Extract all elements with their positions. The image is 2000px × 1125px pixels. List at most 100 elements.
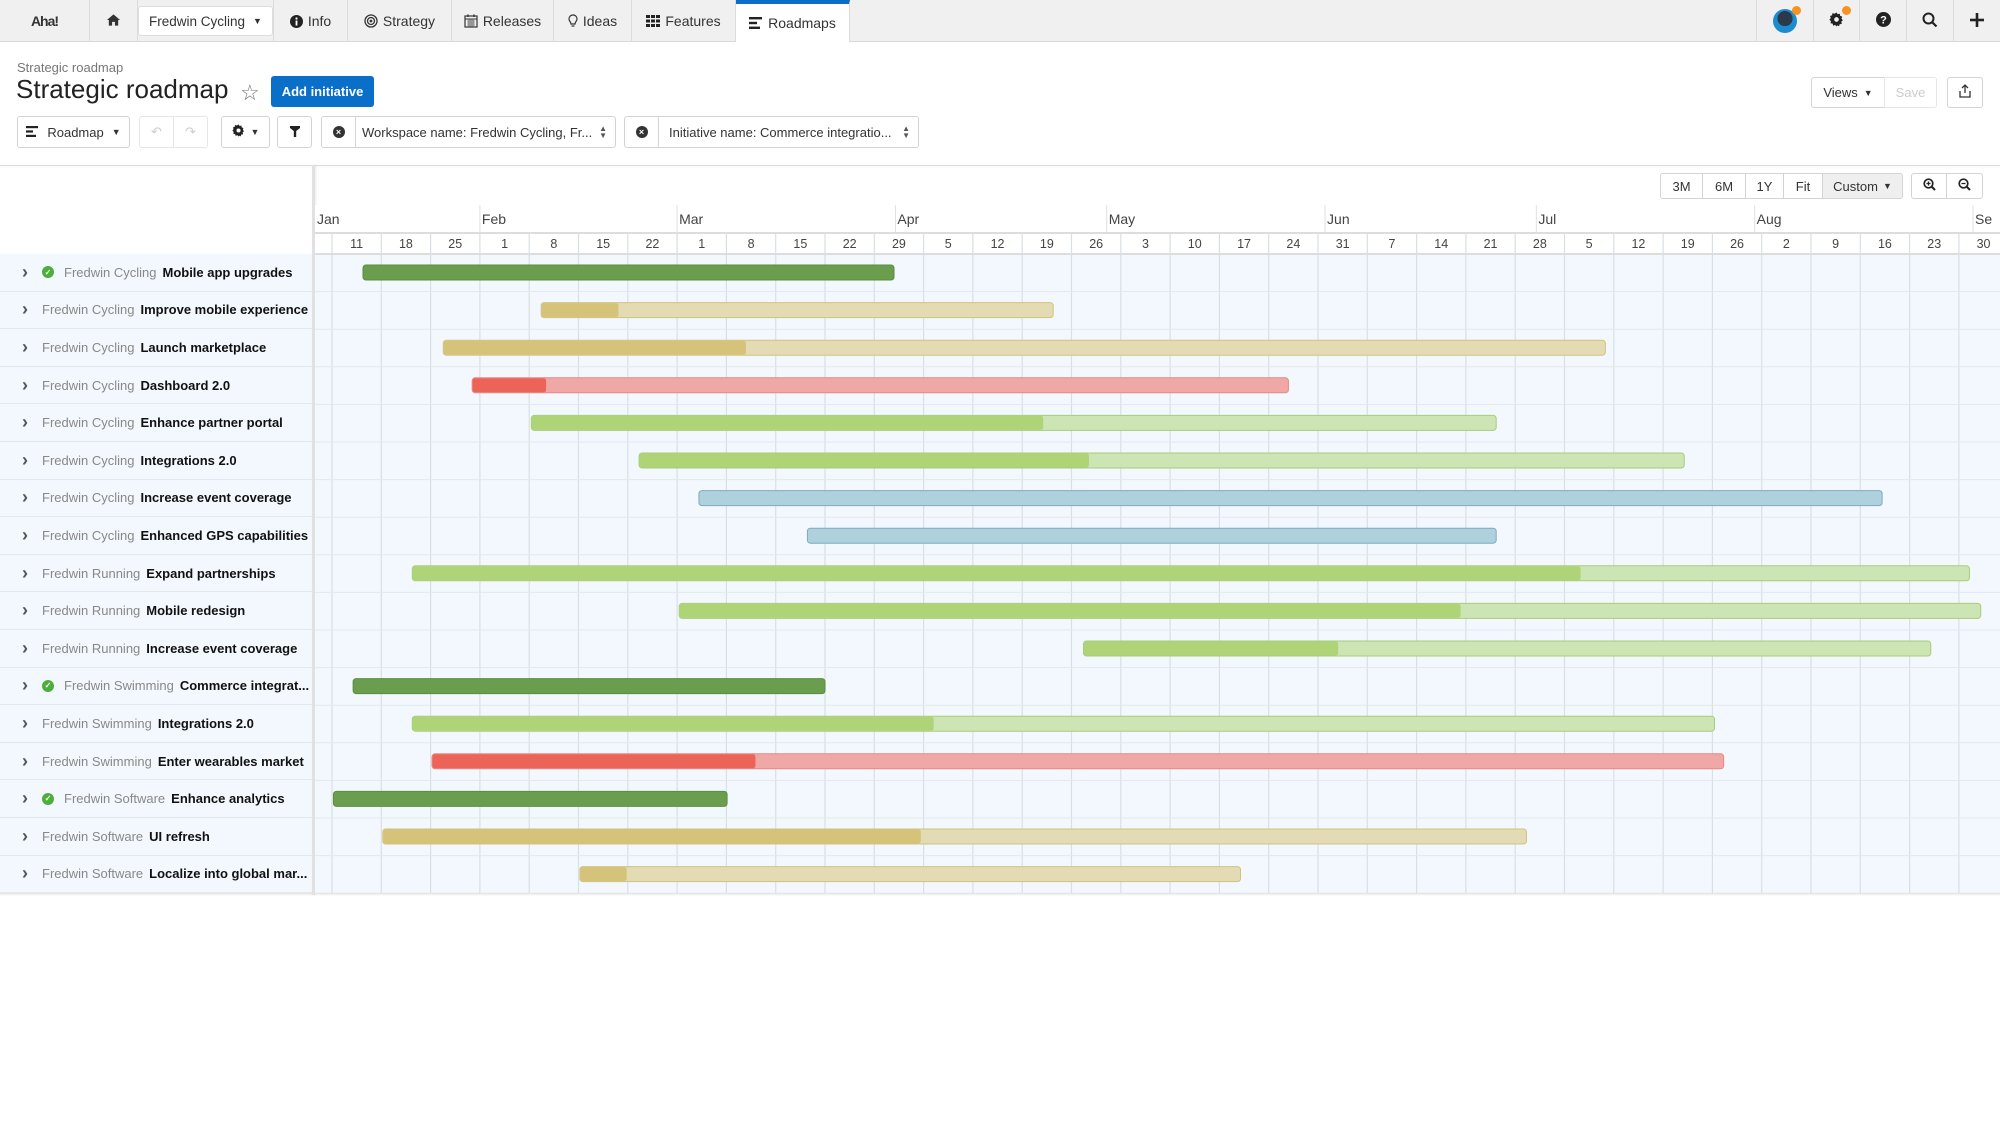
save-button[interactable]: Save: [1884, 77, 1937, 108]
nav-tab-features[interactable]: Features: [632, 0, 736, 42]
initiative-name[interactable]: Enhanced GPS capabilities: [140, 528, 308, 543]
export-button[interactable]: [1947, 77, 1983, 108]
chevron-right-icon[interactable]: ›: [22, 675, 36, 696]
initiative-name[interactable]: Integrations 2.0: [158, 716, 254, 731]
initiative-name[interactable]: Launch marketplace: [140, 340, 266, 355]
chevron-right-icon[interactable]: ›: [22, 337, 36, 358]
initiative-name[interactable]: Enhance partner portal: [140, 415, 282, 430]
initiative-row[interactable]: › Fredwin Cycling Increase event coverage: [0, 479, 312, 518]
initiative-row[interactable]: › Fredwin Cycling Improve mobile experienc…: [0, 291, 312, 330]
nav-tab-releases[interactable]: Releases: [452, 0, 554, 42]
initiative-bar[interactable]: [352, 678, 826, 695]
week-label: 22: [645, 237, 659, 251]
initiative-name[interactable]: Increase event coverage: [146, 641, 297, 656]
add-initiative-button[interactable]: Add initiative: [271, 76, 374, 107]
workspace-filter-select[interactable]: Workspace name: Fredwin Cycling, Fr... ▲…: [355, 116, 616, 148]
initiative-bar[interactable]: [698, 490, 1883, 507]
help-button[interactable]: ?: [1860, 0, 1907, 42]
initiative-name[interactable]: Mobile redesign: [146, 603, 245, 618]
chevron-right-icon[interactable]: ›: [22, 375, 36, 396]
chevron-right-icon[interactable]: ›: [22, 751, 36, 772]
aha-logo[interactable]: Aha!: [0, 0, 90, 42]
filter-button[interactable]: [277, 116, 312, 148]
breadcrumb[interactable]: Strategic roadmap: [17, 60, 123, 75]
zoom-in-button[interactable]: [1911, 173, 1947, 199]
initiative-name[interactable]: Commerce integrat...: [180, 678, 309, 693]
nav-tab-roadmaps[interactable]: Roadmaps: [736, 0, 850, 42]
initiative-name[interactable]: Localize into global mar...: [149, 866, 307, 881]
remove-filter-button[interactable]: ×: [321, 116, 356, 148]
nav-tab-strategy[interactable]: Strategy: [348, 0, 452, 42]
initiative-row[interactable]: › Fredwin Running Mobile redesign: [0, 592, 312, 630]
initiative-bar[interactable]: [362, 264, 895, 281]
initiative-row[interactable]: › Fredwin Cycling Enhanced GPS capabilitie…: [0, 517, 312, 555]
remove-filter-button[interactable]: ×: [624, 116, 659, 148]
initiative-row[interactable]: › ✓ Fredwin Software Enhance analytics: [0, 780, 312, 818]
initiative-row[interactable]: › ✓ Fredwin Swimming Commerce integrat...: [0, 667, 312, 706]
redo-button[interactable]: ↷: [173, 116, 208, 148]
initiative-name[interactable]: Enter wearables market: [158, 754, 304, 769]
undo-button[interactable]: ↶: [139, 116, 174, 148]
initiative-bar[interactable]: [332, 790, 728, 807]
workspace-switcher[interactable]: Fredwin Cycling ▼: [138, 6, 273, 36]
zoom-out-button[interactable]: [1947, 173, 1983, 199]
initiative-name[interactable]: Increase event coverage: [140, 490, 291, 505]
roadmap-type-button[interactable]: Roadmap ▼: [17, 116, 130, 148]
settings-button[interactable]: [1814, 0, 1860, 42]
initiative-row[interactable]: › Fredwin Running Expand partnerships: [0, 554, 312, 593]
timeframe-1y-button[interactable]: 1Y: [1746, 173, 1784, 199]
initiative-row[interactable]: › Fredwin Cycling Launch marketplace: [0, 329, 312, 367]
chevron-right-icon[interactable]: ›: [22, 525, 36, 546]
initiative-row[interactable]: › Fredwin Cycling Integrations 2.0: [0, 441, 312, 480]
views-label: Views: [1823, 85, 1858, 100]
chevron-right-icon[interactable]: ›: [22, 600, 36, 621]
user-avatar-button[interactable]: [1756, 0, 1814, 42]
chevron-right-icon[interactable]: ›: [22, 826, 36, 847]
workspace-name: Fredwin Cycling: [42, 339, 135, 355]
initiative-filter-select[interactable]: Initiative name: Commerce integratio... …: [658, 116, 919, 148]
initiative-bar[interactable]: [471, 377, 1289, 394]
chevron-right-icon[interactable]: ›: [22, 788, 36, 809]
initiative-bar[interactable]: [579, 866, 1242, 883]
timeframe-6m-button[interactable]: 6M: [1703, 173, 1746, 199]
home-button[interactable]: [90, 0, 138, 42]
chevron-right-icon[interactable]: ›: [22, 563, 36, 584]
create-button[interactable]: [1954, 0, 2000, 42]
initiative-name[interactable]: Improve mobile experience: [140, 302, 308, 317]
chevron-right-icon[interactable]: ›: [22, 487, 36, 508]
initiative-row[interactable]: › Fredwin Swimming Integrations 2.0: [0, 705, 312, 743]
initiative-row[interactable]: › Fredwin Cycling Enhance partner portal: [0, 404, 312, 442]
initiative-name[interactable]: Mobile app upgrades: [162, 265, 292, 280]
star-icon[interactable]: ☆: [240, 80, 260, 106]
initiative-progress: [1083, 641, 1339, 656]
chevron-right-icon[interactable]: ›: [22, 638, 36, 659]
initiative-row[interactable]: › ✓ Fredwin Cycling Mobile app upgrades: [0, 254, 312, 292]
chevron-right-icon[interactable]: ›: [22, 450, 36, 471]
timeframe-custom-button[interactable]: Custom ▼: [1823, 173, 1903, 199]
nav-tab-ideas[interactable]: Ideas: [554, 0, 632, 42]
chevron-right-icon[interactable]: ›: [22, 412, 36, 433]
chevron-right-icon[interactable]: ›: [22, 713, 36, 734]
nav-tab-label: Strategy: [382, 13, 436, 29]
initiative-row[interactable]: › Fredwin Running Increase event coverage: [0, 629, 312, 668]
initiative-row[interactable]: › Fredwin Software Localize into global ma…: [0, 855, 312, 894]
initiative-name[interactable]: Expand partnerships: [146, 566, 275, 581]
chevron-right-icon[interactable]: ›: [22, 262, 36, 283]
search-button[interactable]: [1907, 0, 1954, 42]
chevron-right-icon[interactable]: ›: [22, 863, 36, 884]
initiative-name[interactable]: Enhance analytics: [171, 791, 284, 806]
initiative-name[interactable]: UI refresh: [149, 829, 210, 844]
initiative-name[interactable]: Integrations 2.0: [140, 453, 236, 468]
timeframe-fit-button[interactable]: Fit: [1784, 173, 1823, 199]
roadmap-settings-button[interactable]: ▼: [221, 116, 270, 148]
initiative-bar[interactable]: [806, 527, 1497, 544]
initiative-row[interactable]: › Fredwin Cycling Dashboard 2.0: [0, 366, 312, 405]
timeframe-3m-button[interactable]: 3M: [1660, 173, 1703, 199]
initiative-name[interactable]: Dashboard 2.0: [140, 378, 230, 393]
views-button[interactable]: Views ▼: [1811, 77, 1885, 108]
week-label: 22: [843, 237, 857, 251]
initiative-row[interactable]: › Fredwin Swimming Enter wearables market: [0, 742, 312, 781]
chevron-right-icon[interactable]: ›: [22, 299, 36, 320]
nav-tab-info[interactable]: Info: [274, 0, 348, 42]
initiative-row[interactable]: › Fredwin Software UI refresh: [0, 817, 312, 856]
